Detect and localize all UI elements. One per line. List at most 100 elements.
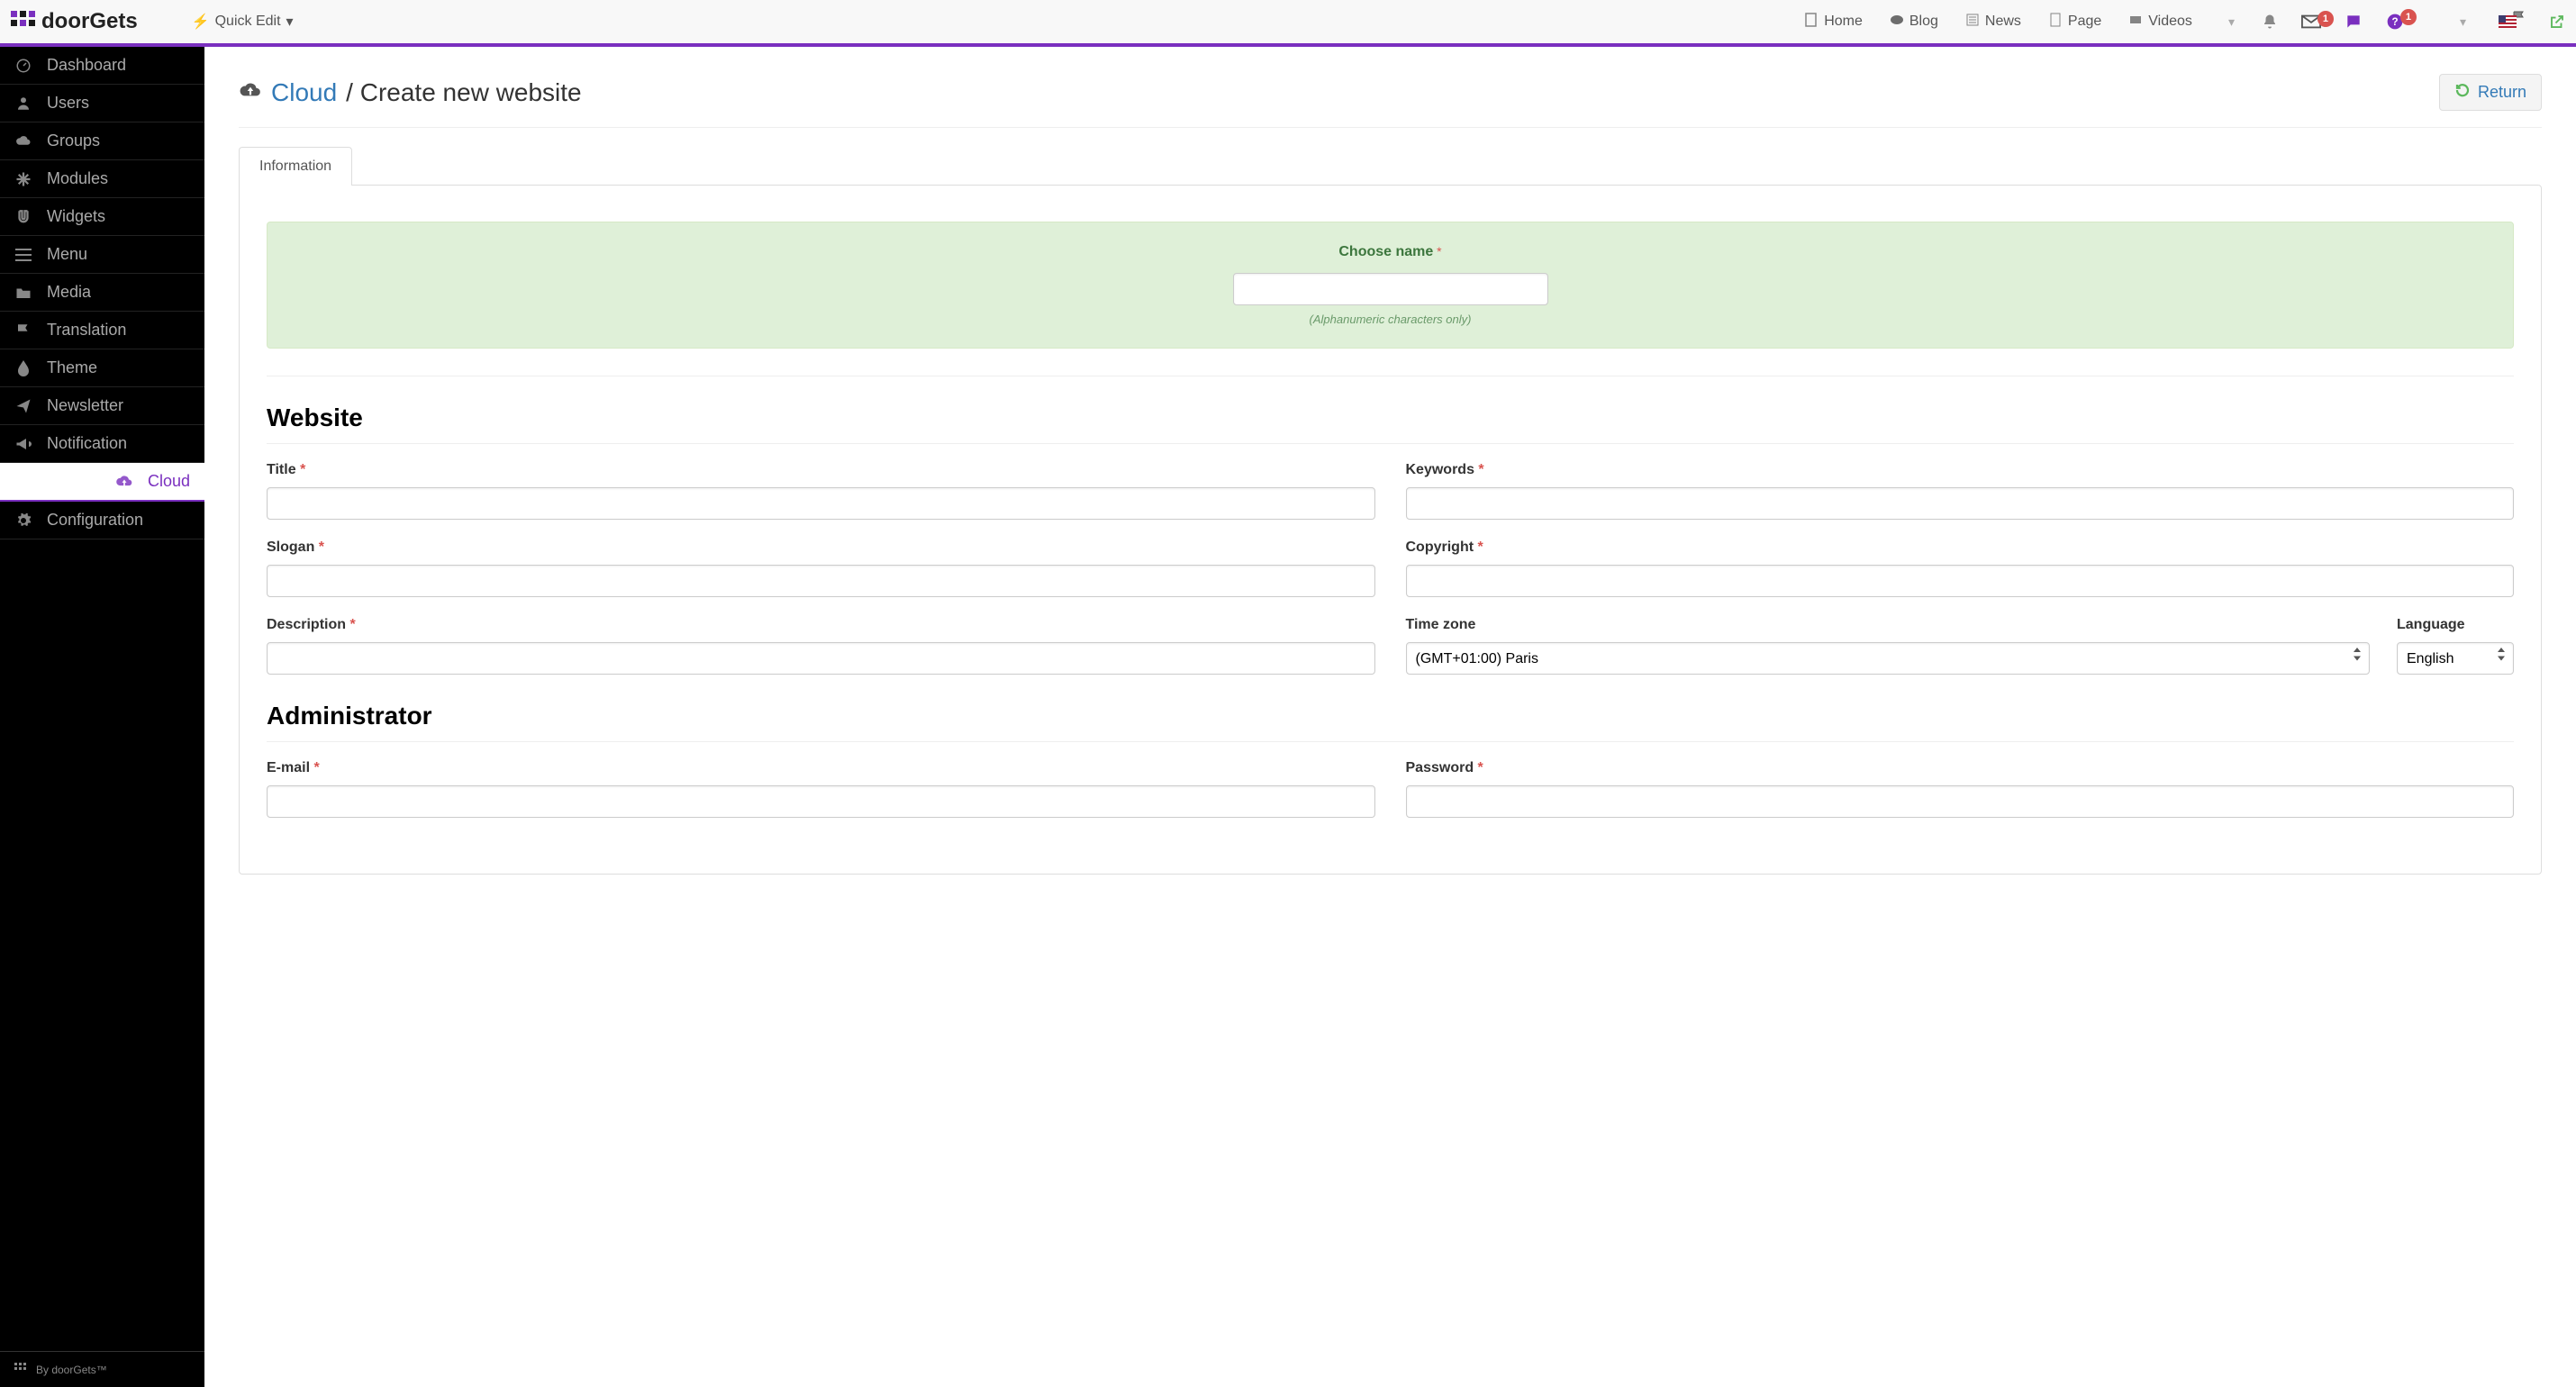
bell-icon[interactable] — [2262, 14, 2278, 30]
sidebar-item-groups[interactable]: Groups — [0, 122, 204, 160]
title-label: Title * — [267, 462, 1375, 478]
sidebar-item-configuration[interactable]: Configuration — [0, 502, 204, 539]
sidebar-item-media[interactable]: Media — [0, 274, 204, 312]
quick-edit-label: Quick Edit — [215, 14, 281, 30]
sidebar-item-label: Notification — [47, 434, 127, 453]
send-icon — [14, 397, 32, 415]
nav-videos[interactable]: Videos — [2128, 13, 2192, 32]
tab-label: Information — [259, 159, 331, 174]
external-link-icon[interactable] — [2549, 14, 2565, 30]
nav-blog-label: Blog — [1909, 14, 1938, 30]
undo-icon — [2454, 82, 2471, 103]
news-icon — [1965, 13, 1980, 32]
caret-down-icon: ▾ — [286, 13, 294, 31]
nav-page[interactable]: Page — [2048, 13, 2101, 32]
nav-more-caret[interactable]: ▾ — [2228, 14, 2235, 30]
return-label: Return — [2478, 83, 2526, 102]
language-select[interactable]: English — [2397, 642, 2514, 675]
page-header: Cloud / Create new website Return — [239, 74, 2542, 128]
menu-icon — [14, 246, 32, 264]
required-star: * — [1478, 462, 1483, 477]
us-flag-icon — [2499, 15, 2517, 28]
sidebar-item-modules[interactable]: Modules — [0, 160, 204, 198]
slogan-label: Slogan * — [267, 539, 1375, 556]
nav-home[interactable]: Home — [1804, 13, 1863, 32]
email-input[interactable] — [267, 785, 1375, 818]
dashboard-icon — [14, 57, 32, 75]
page-icon — [1804, 13, 1819, 32]
doc-icon — [2048, 13, 2063, 32]
sidebar-footer-label: By doorGets™ — [36, 1364, 107, 1376]
nav-blog[interactable]: Blog — [1890, 13, 1938, 32]
sidebar-item-translation[interactable]: Translation — [0, 312, 204, 349]
copyright-label: Copyright * — [1406, 539, 2515, 556]
section-admin-title: Administrator — [267, 702, 2514, 742]
timezone-select[interactable]: (GMT+01:00) Paris — [1406, 642, 2371, 675]
breadcrumb-cloud-link[interactable]: Cloud — [271, 78, 337, 107]
sidebar-item-label: Dashboard — [47, 56, 126, 75]
chat-icon[interactable] — [2345, 13, 2363, 31]
language-label: Language — [2397, 617, 2514, 633]
description-label: Description * — [267, 617, 1375, 633]
sidebar-item-label: Modules — [47, 169, 108, 188]
keywords-input[interactable] — [1406, 487, 2515, 520]
nav-news-label: News — [1985, 14, 2021, 30]
sidebar-item-newsletter[interactable]: Newsletter — [0, 387, 204, 425]
mail-badge: 1 — [2317, 11, 2334, 27]
main-content: Cloud / Create new website Return Inform… — [204, 47, 2576, 1387]
choose-name-hint: (Alphanumeric characters only) — [289, 313, 2491, 326]
required-star: * — [300, 462, 305, 477]
timezone-label: Time zone — [1406, 617, 2371, 633]
quick-edit-toggle[interactable]: ⚡ Quick Edit ▾ — [192, 13, 294, 31]
password-input[interactable] — [1406, 785, 2515, 818]
description-input[interactable] — [267, 642, 1375, 675]
caret-down-icon: ▾ — [2460, 14, 2466, 30]
sidebar-item-menu[interactable]: Menu — [0, 236, 204, 274]
nav-news[interactable]: News — [1965, 13, 2021, 32]
email-label: E-mail * — [267, 760, 1375, 776]
sidebar-item-widgets[interactable]: Widgets — [0, 198, 204, 236]
sidebar-item-theme[interactable]: Theme — [0, 349, 204, 387]
sidebar-item-dashboard[interactable]: Dashboard — [0, 47, 204, 85]
sidebar-item-label: Widgets — [47, 207, 105, 226]
nav-videos-label: Videos — [2148, 14, 2192, 30]
sidebar-item-label: Newsletter — [47, 396, 123, 415]
copyright-input[interactable] — [1406, 565, 2515, 597]
mail-icon[interactable]: 1 — [2301, 14, 2321, 29]
gear-icon — [14, 512, 32, 530]
sidebar-item-cloud[interactable]: Cloud — [0, 463, 204, 502]
user-avatar[interactable] — [2427, 14, 2436, 29]
tab-information[interactable]: Information — [239, 147, 352, 186]
sidebar-item-label: Configuration — [47, 511, 143, 530]
drop-icon — [14, 359, 32, 377]
nav-links: Home Blog News Page Videos ▾ — [1804, 13, 2235, 32]
sidebar: Dashboard Users Groups Modules Widgets M… — [0, 47, 204, 1387]
nav-icons: 1 ? 1 ▾ — [2262, 13, 2565, 31]
required-star: * — [313, 760, 319, 775]
sidebar-item-users[interactable]: Users — [0, 85, 204, 122]
megaphone-icon — [14, 435, 32, 453]
choose-name-box: Choose name * (Alphanumeric characters o… — [267, 222, 2514, 349]
required-star: * — [349, 617, 355, 632]
return-button[interactable]: Return — [2439, 74, 2542, 111]
choose-name-input[interactable] — [1233, 273, 1548, 305]
password-label: Password * — [1406, 760, 2515, 776]
section-website-title: Website — [267, 403, 2514, 444]
nav-home-label: Home — [1824, 14, 1863, 30]
logo[interactable]: doorGets — [11, 9, 138, 34]
help-icon[interactable]: ? 1 — [2386, 13, 2404, 31]
cloud-icon — [14, 132, 32, 150]
sidebar-item-notification[interactable]: Notification — [0, 425, 204, 463]
bolt-icon: ⚡ — [192, 13, 210, 31]
breadcrumb: Cloud / Create new website — [239, 78, 582, 107]
logo-icon — [11, 11, 36, 32]
sidebar-footer[interactable]: By doorGets™ — [0, 1351, 204, 1387]
slogan-input[interactable] — [267, 565, 1375, 597]
video-icon — [2128, 13, 2143, 32]
language-flag[interactable] — [2490, 15, 2526, 28]
sidebar-item-label: Media — [47, 283, 91, 302]
title-input[interactable] — [267, 487, 1375, 520]
asterisk-icon — [14, 170, 32, 188]
required-star: * — [319, 539, 324, 555]
navbar: doorGets ⚡ Quick Edit ▾ Home Blog News P… — [0, 0, 2576, 47]
